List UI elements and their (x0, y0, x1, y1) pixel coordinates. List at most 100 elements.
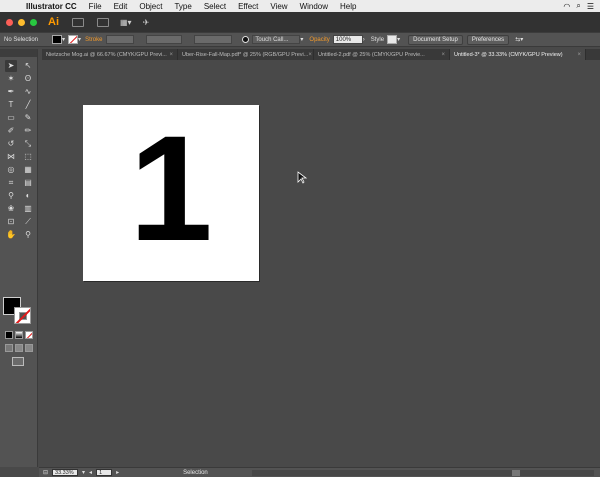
screen-mode-icon[interactable] (12, 357, 24, 366)
fill-swatch[interactable] (52, 35, 63, 44)
previous-artboard-icon[interactable]: ◂ (89, 469, 92, 476)
magic-wand-tool-icon[interactable]: ✶ (5, 73, 17, 85)
bridge-icon[interactable] (72, 17, 84, 27)
direct-selection-tool-icon[interactable]: ↖ (22, 60, 34, 72)
chevron-down-icon[interactable]: ▾ (62, 36, 65, 43)
close-tab-icon[interactable]: × (169, 52, 173, 58)
artboard-number-text[interactable]: 1 (83, 113, 259, 263)
shape-builder-tool-icon[interactable]: ◎ (5, 164, 17, 176)
line-tool-icon[interactable]: ╱ (22, 99, 34, 111)
spotlight-search-icon[interactable]: ⌕ (576, 1, 580, 11)
artboard[interactable]: 1 (83, 105, 259, 281)
rotate-tool-icon[interactable]: ↺ (5, 138, 17, 150)
opacity-panel-link[interactable]: Opacity (309, 37, 329, 43)
chevron-down-icon[interactable]: ▾ (300, 36, 303, 43)
arrange-documents-icon[interactable]: ▦▾ (120, 18, 132, 27)
scrollbar-thumb[interactable] (511, 469, 520, 476)
menu-file[interactable]: File (83, 2, 108, 11)
scale-tool-icon[interactable]: ⤡ (22, 138, 34, 150)
menu-edit[interactable]: Edit (108, 2, 134, 11)
fill-stroke-widget (3, 297, 33, 325)
tab-untitled-3[interactable]: Untitled-3* @ 33.33% (CMYK/GPU Preview) × (450, 49, 586, 60)
opacity-field[interactable]: 100% (332, 35, 363, 44)
gradient-tool-icon[interactable]: ▤ (22, 177, 34, 189)
horizontal-scrollbar[interactable] (251, 469, 594, 476)
current-tool-status[interactable]: Selection (183, 470, 208, 476)
next-artboard-icon[interactable]: ▸ (116, 469, 119, 476)
symbol-sprayer-tool-icon[interactable]: ❀ (5, 203, 17, 215)
color-mode-row (5, 331, 33, 339)
brush-select[interactable]: Touch Call... (252, 35, 301, 44)
menu-app-name[interactable]: Illustrator CC (22, 2, 83, 11)
tools-panel-header[interactable] (0, 49, 37, 57)
wifi-icon[interactable]: ◠ (563, 2, 570, 11)
stock-icon[interactable] (97, 17, 109, 27)
document-setup-button[interactable]: Document Setup (408, 34, 463, 45)
close-tab-icon[interactable]: × (441, 52, 445, 58)
graphic-style-swatch[interactable] (387, 35, 398, 44)
menu-help[interactable]: Help (334, 2, 362, 11)
shaper-tool-icon[interactable]: ✐ (5, 125, 17, 137)
paintbrush-tool-icon[interactable]: ✎ (22, 112, 34, 124)
none-mode-button[interactable] (25, 331, 33, 339)
pen-tool-icon[interactable]: ✒ (5, 86, 17, 98)
gpu-performance-icon[interactable]: ✈ (143, 18, 150, 27)
arrange-icon[interactable]: ⇆▾ (515, 36, 523, 43)
free-transform-tool-icon[interactable]: ⬚ (22, 151, 34, 163)
lasso-tool-icon[interactable]: ʘ (22, 73, 34, 85)
graph-tool-icon[interactable]: ▥ (22, 203, 34, 215)
stroke-color-box[interactable] (14, 307, 31, 324)
selection-status: No Selection (4, 36, 39, 43)
selection-tool-icon[interactable]: ➤ (5, 60, 17, 72)
preferences-button[interactable]: Preferences (466, 34, 510, 45)
chevron-down-icon[interactable]: ▾ (397, 36, 400, 43)
close-tab-icon[interactable]: × (308, 52, 312, 58)
tab-uber-rise-fall-map[interactable]: Uber-Rise-Fall-Map.pdf* @ 25% (RGB/GPU P… (178, 49, 314, 60)
menu-object[interactable]: Object (133, 2, 168, 11)
blend-tool-icon[interactable]: ◐ (22, 190, 34, 202)
pencil-tool-icon[interactable]: ✏ (22, 125, 34, 137)
draw-normal-button[interactable] (5, 344, 13, 352)
eyedropper-tool-icon[interactable]: ⚲ (5, 190, 17, 202)
stroke-weight-field[interactable] (106, 35, 135, 44)
rectangle-tool-icon[interactable]: ▭ (5, 112, 17, 124)
mouse-cursor-icon (297, 171, 308, 184)
slice-tool-icon[interactable]: ⟋ (22, 216, 34, 228)
stroke-swatch[interactable] (68, 35, 79, 44)
zoom-tool-icon[interactable]: ⚲ (22, 229, 34, 241)
notification-center-icon[interactable]: ☰ (587, 2, 594, 11)
brush-definition-select[interactable] (194, 35, 233, 44)
menu-window[interactable]: Window (294, 2, 334, 11)
curvature-tool-icon[interactable]: ∿ (22, 86, 34, 98)
width-tool-icon[interactable]: ⋈ (5, 151, 17, 163)
artboard-navigator-icon[interactable]: ⊟ (43, 469, 48, 476)
control-bar: No Selection ▾ ▾ Stroke Touch Call... ▾ … (0, 32, 600, 47)
close-tab-icon[interactable]: × (577, 52, 581, 58)
hand-tool-icon[interactable]: ✋ (5, 229, 17, 241)
artboard-tool-icon[interactable]: ⊡ (5, 216, 17, 228)
canvas-area[interactable]: 1 (39, 60, 600, 466)
zoom-window-button[interactable] (30, 18, 37, 26)
tab-nietzsche-mog[interactable]: Nietzsche Mog.ai @ 66.67% (CMYK/GPU Prev… (42, 49, 178, 60)
gradient-mode-button[interactable] (15, 331, 23, 339)
chevron-down-icon[interactable]: ▾ (78, 36, 81, 43)
menu-effect[interactable]: Effect (232, 2, 264, 11)
type-tool-icon[interactable]: T (5, 99, 17, 111)
minimize-window-button[interactable] (18, 18, 25, 26)
menu-select[interactable]: Select (198, 2, 232, 11)
chevron-down-icon[interactable]: ▾ (82, 469, 85, 476)
mesh-tool-icon[interactable]: ⌗ (5, 177, 17, 189)
menu-view[interactable]: View (264, 2, 293, 11)
variable-width-profile-select[interactable] (146, 35, 183, 44)
draw-behind-button[interactable] (15, 344, 23, 352)
menu-type[interactable]: Type (168, 2, 197, 11)
perspective-grid-tool-icon[interactable]: ▦ (22, 164, 34, 176)
zoom-level-field[interactable]: 33.33% (52, 469, 79, 476)
tab-untitled-2[interactable]: Untitled-2.pdf @ 25% (CMYK/GPU Previe...… (314, 49, 450, 60)
stroke-panel-link[interactable]: Stroke (85, 37, 102, 43)
color-mode-button[interactable] (5, 331, 13, 339)
chevron-right-icon[interactable]: › (363, 37, 365, 43)
close-window-button[interactable] (6, 18, 13, 26)
artboard-number-field[interactable]: 1 (96, 469, 113, 476)
draw-inside-button[interactable] (25, 344, 33, 352)
